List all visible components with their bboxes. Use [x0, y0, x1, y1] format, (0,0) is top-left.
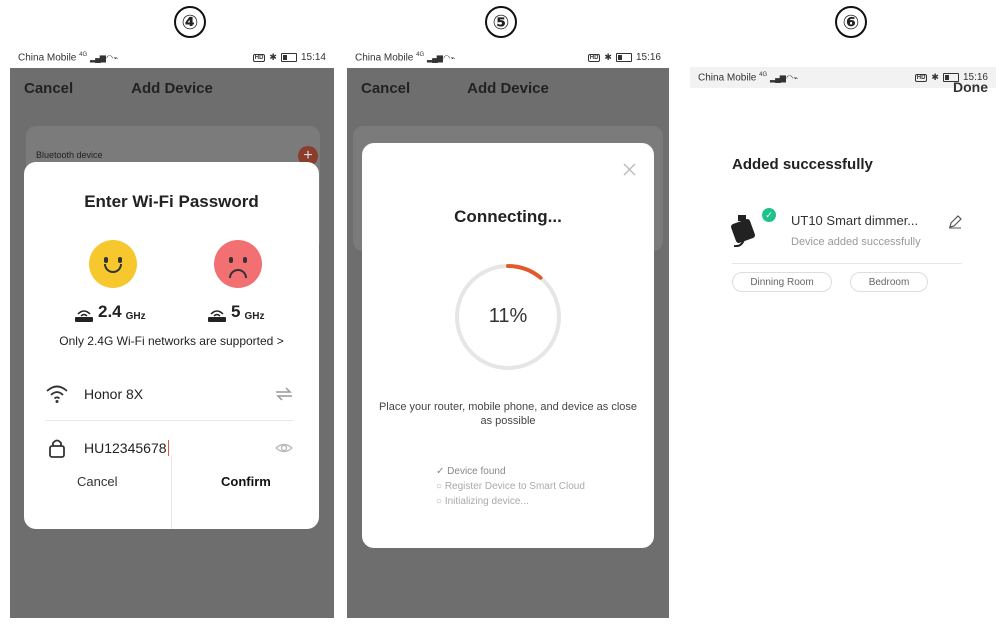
progress-ring: 11% [453, 262, 563, 372]
edit-icon[interactable] [948, 215, 962, 229]
step-number-6: ⑥ [835, 6, 867, 38]
pending-dot-icon: ○ [436, 496, 443, 507]
wifi-icon [46, 385, 68, 403]
password-text: HU12345678 [84, 440, 169, 456]
battery-icon [280, 53, 297, 62]
battery-icon [615, 53, 632, 62]
router-icon [208, 310, 226, 322]
step-number-4: ④ [174, 6, 206, 38]
eye-icon[interactable] [275, 440, 293, 456]
nav-title: Add Device [467, 80, 549, 97]
check-icon: ✓ [436, 466, 445, 477]
nav-bar: Cancel Add Device [10, 68, 334, 108]
connecting-title: Connecting... [454, 207, 562, 226]
freq-b-unit: GHz [244, 311, 265, 322]
step-device-found: ✓ Device found [436, 464, 585, 479]
network-type: 4G [416, 51, 425, 58]
status-bar: China Mobile 4G ▂▄▆ ◠ ⌁ HD ✱ 15:16 [347, 47, 669, 68]
dimmed-background: Cancel Add Device Bluetooth device + Ent… [10, 68, 334, 618]
supported-networks-link[interactable]: Only 2.4G Wi-Fi networks are supported > [24, 334, 319, 348]
phone-screen-wifi-password: China Mobile 4G ▂▄▆ ◠ ⌁ HD ✱ 15:14 Cance… [10, 47, 334, 618]
swap-icon[interactable] [275, 386, 293, 402]
freq-a-unit: GHz [125, 311, 146, 322]
connection-steps: ✓ Device found ○ Register Device to Smar… [436, 464, 585, 509]
freq-5ghz: 5 GHz [207, 302, 264, 322]
device-name: UT10 Smart dimmer... [791, 213, 919, 228]
bluetooth-device-label: Bluetooth device [36, 150, 103, 160]
step-label: Initializing device... [444, 496, 529, 507]
phone-screen-connecting: China Mobile 4G ▂▄▆ ◠ ⌁ HD ✱ 15:16 Cance… [347, 47, 669, 618]
wifi-password-dialog: Enter Wi-Fi Password 2.4 GHz 5 GHz Only … [24, 162, 319, 529]
bluetooth-icon: ✱ [604, 52, 612, 62]
status-time: 15:14 [300, 52, 326, 63]
nav-title: Add Device [131, 80, 213, 97]
device-plug-icon [731, 215, 755, 247]
signal-icon: ▂▄▆ ◠ ⌁ [89, 53, 118, 63]
added-title: Added successfully [732, 156, 873, 173]
room-chip-dinning[interactable]: Dinning Room [732, 272, 832, 292]
password-field[interactable]: HU12345678 [46, 430, 293, 466]
device-status: Device added successfully [791, 236, 921, 248]
progress-percent: 11% [488, 305, 528, 327]
proximity-tip: Place your router, mobile phone, and dev… [378, 401, 638, 427]
hd-icon: HD [252, 53, 266, 62]
lock-icon [49, 439, 65, 458]
dimmed-background: Cancel Add Device Connecting... 11% Plac… [347, 68, 669, 618]
ssid-field[interactable]: Honor 8X [46, 376, 293, 412]
pending-dot-icon: ○ [436, 481, 443, 492]
carrier-name: China Mobile [18, 52, 77, 64]
room-chip-bedroom[interactable]: Bedroom [850, 272, 928, 292]
freq-2-4ghz: 2.4 GHz [74, 302, 146, 322]
step-label: Register Device to Smart Cloud [444, 481, 585, 492]
check-icon: ✓ [762, 208, 776, 222]
step-label: Device found [447, 466, 506, 477]
confirm-button[interactable]: Confirm [221, 474, 271, 489]
password-value: HU12345678 [84, 440, 167, 456]
close-icon[interactable] [623, 163, 636, 176]
result-screen: Done Added successfully ✓ UT10 Smart dim… [690, 67, 996, 638]
bluetooth-icon: ✱ [269, 52, 277, 62]
phone-screen-added: China Mobile 4G ▂▄▆ ◠ ⌁ HD ✱ 15:16 Done … [690, 67, 996, 638]
signal-icon: ▂▄▆ ◠ ⌁ [426, 53, 455, 63]
step-register-cloud: ○ Register Device to Smart Cloud [436, 479, 585, 494]
router-icon [75, 310, 93, 322]
done-button[interactable]: Done [953, 79, 988, 95]
carrier-name: China Mobile [355, 52, 414, 64]
dialog-cancel-button[interactable]: Cancel [77, 474, 117, 489]
status-bar: China Mobile 4G ▂▄▆ ◠ ⌁ HD ✱ 15:14 [10, 47, 334, 68]
connecting-dialog: Connecting... 11% Place your router, mob… [362, 143, 654, 548]
freq-b-number: 5 [231, 302, 241, 321]
nav-bar: Cancel Add Device [347, 68, 669, 108]
hd-icon: HD [587, 53, 601, 62]
ssid-value: Honor 8X [84, 386, 144, 402]
text-caret [167, 440, 169, 456]
step-number-5: ⑤ [485, 6, 517, 38]
field-divider [46, 420, 293, 421]
happy-face-icon [89, 240, 137, 288]
freq-a-number: 2.4 [98, 302, 122, 321]
status-time: 15:16 [635, 52, 661, 63]
list-divider [732, 263, 962, 264]
sad-face-icon [214, 240, 262, 288]
network-type: 4G [79, 51, 88, 58]
step-initializing: ○ Initializing device... [436, 494, 585, 509]
button-separator [171, 455, 172, 529]
dialog-title: Enter Wi-Fi Password [84, 192, 259, 211]
